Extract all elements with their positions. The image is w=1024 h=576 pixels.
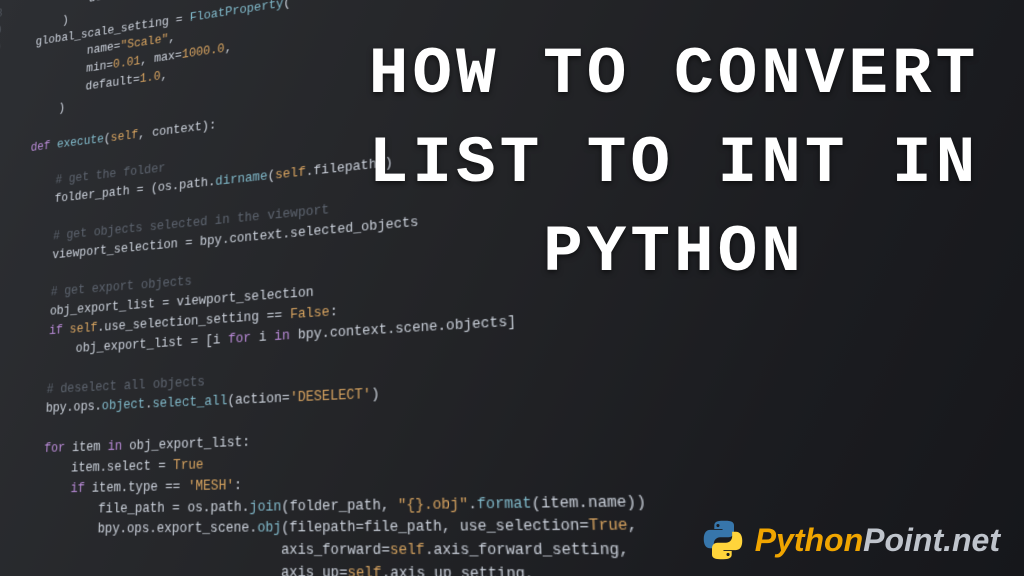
code-line: 207 axis_forward=self.axis_forward_setti… xyxy=(0,539,762,564)
code-text: axis_forward=self.axis_forward_setting, xyxy=(0,539,630,563)
brand-logo: PythonPoint.net xyxy=(701,518,1000,562)
code-line: 208 axis_up=self.axis_up_setting, xyxy=(0,561,764,576)
brand-text: PythonPoint.net xyxy=(755,522,1000,559)
brand-text-grey: Point.net xyxy=(863,522,1000,558)
code-text: axis_up=self.axis_up_setting, xyxy=(0,561,535,576)
banner-canvas: 177 },178 default='1'179 )180 global_sca… xyxy=(0,0,1024,576)
banner-title: HOW TO CONVERT LIST TO INT IN PYTHON xyxy=(354,30,994,297)
brand-text-gold: Python xyxy=(755,522,863,558)
python-icon xyxy=(701,518,745,562)
